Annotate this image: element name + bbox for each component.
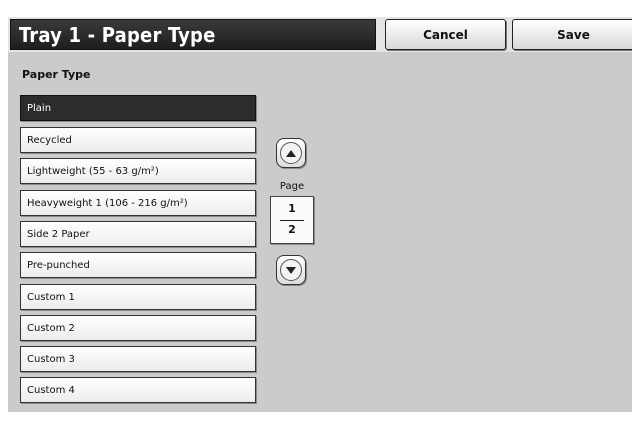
cancel-button[interactable]: Cancel	[385, 19, 506, 50]
triangle-down-icon	[280, 259, 302, 281]
triangle-up-icon	[280, 142, 302, 164]
title-bar: Tray 1 - Paper Type	[10, 19, 376, 50]
page-total: 2	[288, 223, 296, 236]
paper-type-custom-1[interactable]: Custom 1	[20, 284, 256, 310]
page-up-button[interactable]	[276, 138, 306, 168]
page-label: Page	[279, 181, 305, 192]
paper-type-recycled[interactable]: Recycled	[20, 127, 256, 153]
paper-type-plain[interactable]: Plain	[20, 95, 256, 121]
paper-type-lightweight[interactable]: Lightweight (55 - 63 g/m²)	[20, 158, 256, 184]
page-current: 1	[288, 202, 296, 215]
page-indicator: 1 2	[270, 196, 314, 244]
save-button[interactable]: Save	[512, 19, 632, 50]
page-title: Tray 1 - Paper Type	[19, 23, 216, 47]
paper-type-heavyweight-1[interactable]: Heavyweight 1 (106 - 216 g/m²)	[20, 190, 256, 216]
paper-type-heading: Paper Type	[22, 68, 91, 81]
page-divider	[280, 220, 304, 221]
paper-type-side-2-paper[interactable]: Side 2 Paper	[20, 221, 256, 247]
page-down-button[interactable]	[276, 255, 306, 285]
paper-type-pre-punched[interactable]: Pre-punched	[20, 252, 256, 278]
paper-type-custom-4[interactable]: Custom 4	[20, 377, 256, 403]
paper-type-custom-3[interactable]: Custom 3	[20, 346, 256, 372]
paper-type-custom-2[interactable]: Custom 2	[20, 315, 256, 341]
